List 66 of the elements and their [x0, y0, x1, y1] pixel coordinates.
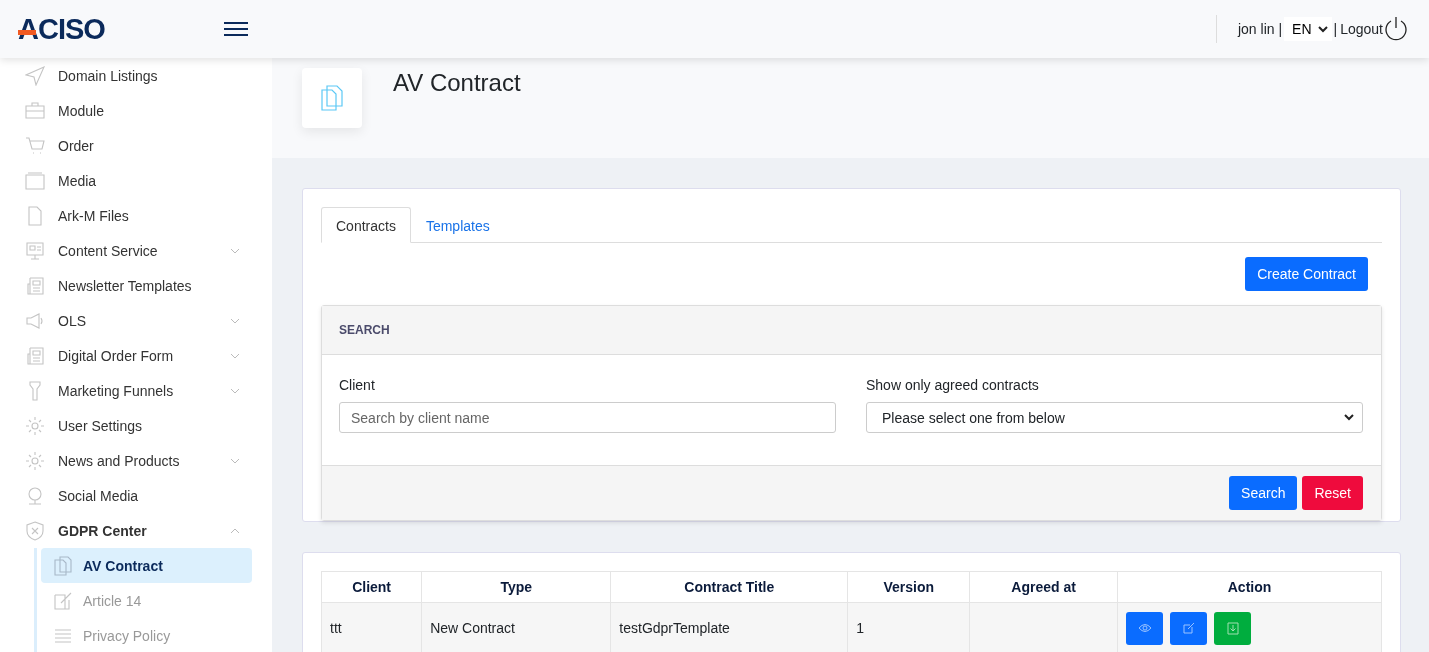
logout-link[interactable]: Logout — [1340, 21, 1383, 37]
newspaper-icon — [25, 345, 45, 366]
sidebar-item[interactable]: Digital Order Form — [0, 338, 272, 373]
sidebar-item[interactable]: Order — [0, 128, 272, 163]
download-button[interactable] — [1214, 611, 1252, 645]
separator: | — [1333, 21, 1338, 37]
sidebar-item[interactable]: GDPR Center — [0, 513, 272, 548]
column-header: Action — [1117, 571, 1382, 603]
download-icon — [1226, 621, 1239, 635]
view-button[interactable] — [1126, 611, 1164, 645]
table-cell: ttt — [321, 602, 422, 652]
sidebar-item[interactable]: Media — [0, 163, 272, 198]
user-name: jon lin | — [1237, 21, 1283, 37]
shield-icon — [25, 520, 45, 541]
caret-icon — [1317, 25, 1328, 33]
caret-icon — [1344, 414, 1354, 421]
submenu-item[interactable]: AV Contract — [41, 548, 252, 583]
menu-icon[interactable] — [222, 21, 249, 37]
column-header: Version — [847, 571, 970, 603]
field-label: Client — [339, 377, 376, 393]
sidebar-item[interactable]: Domain Listings — [0, 58, 272, 93]
sidebar-item[interactable]: Social Media — [0, 478, 272, 513]
edit-icon — [1182, 622, 1195, 634]
presentation-icon — [25, 240, 45, 261]
agreed-select[interactable]: Please select one from below — [866, 402, 1363, 433]
megaphone-icon — [25, 310, 45, 331]
reset-button[interactable]: Reset — [1302, 476, 1363, 510]
create-contract-button[interactable]: Create Contract — [1245, 257, 1368, 291]
sidebar-item[interactable]: Newsletter Templates — [0, 268, 272, 303]
client-search-field[interactable]: Search by client name — [339, 402, 836, 433]
language-select[interactable]: EN — [1284, 17, 1332, 41]
gear-icon — [25, 415, 45, 436]
sidebar-item[interactable]: Content Service — [0, 233, 272, 268]
eye-icon — [1137, 623, 1152, 633]
sidebar-item[interactable]: Ark-M Files — [0, 198, 272, 233]
gear-icon — [25, 450, 45, 471]
file-icon — [25, 205, 45, 226]
sidebar-item[interactable]: Module — [0, 93, 272, 128]
tab[interactable]: Templates — [410, 207, 505, 243]
edit-button[interactable] — [1170, 611, 1208, 645]
sidebar-item[interactable]: OLS — [0, 303, 272, 338]
sidebar-item[interactable]: User Settings — [0, 408, 272, 443]
media-icon — [25, 170, 45, 191]
column-header: Type — [421, 571, 611, 603]
sidebar-item[interactable]: Marketing Funnels — [0, 373, 272, 408]
edit-icon — [53, 590, 73, 611]
paper-plane-icon — [25, 65, 45, 86]
cart-icon — [25, 135, 45, 156]
briefcase-icon — [25, 100, 45, 121]
documents-icon — [53, 555, 73, 576]
tab[interactable]: Contracts — [321, 207, 411, 243]
globe-icon — [25, 485, 45, 506]
power-icon[interactable] — [1383, 16, 1409, 42]
table-cell: testGdprTemplate — [610, 602, 848, 652]
documents-icon — [321, 85, 343, 111]
search-title: SEARCH — [339, 323, 390, 337]
page-title: AV Contract — [393, 69, 521, 97]
column-header: Contract Title — [610, 571, 848, 603]
column-header: Client — [321, 571, 422, 603]
sidebar-item[interactable]: News and Products — [0, 443, 272, 478]
column-header: Agreed at — [969, 571, 1118, 603]
search-button[interactable]: Search — [1229, 476, 1298, 510]
newspaper-icon — [25, 275, 45, 296]
table-cell: 1 — [847, 602, 970, 652]
table-cell: New Contract — [421, 602, 611, 652]
field-label: Show only agreed contracts — [866, 377, 1040, 393]
